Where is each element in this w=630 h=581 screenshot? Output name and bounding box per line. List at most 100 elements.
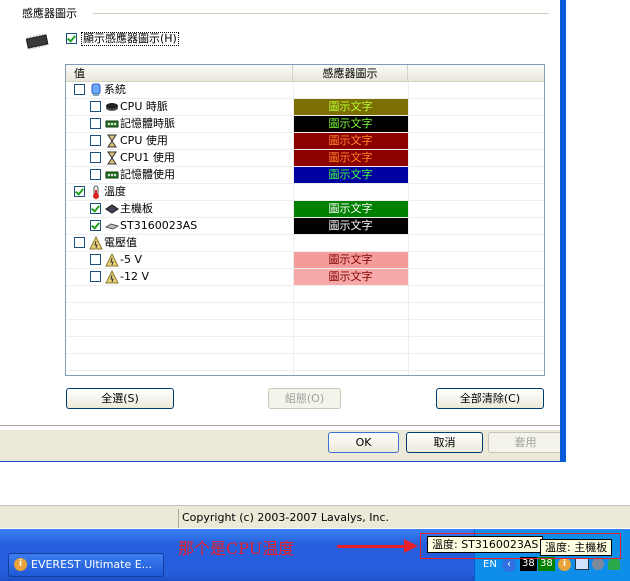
list-item[interactable]: ST3160023AS 圖示文字 <box>66 218 544 235</box>
empty-row <box>66 286 544 303</box>
sensor-checkbox[interactable] <box>90 152 101 163</box>
list-item[interactable]: CPU1 使用 圖示文字 <box>66 150 544 167</box>
ok-button[interactable]: OK <box>328 432 399 453</box>
annotation-arrow-head <box>404 539 418 553</box>
column-header-value-label: 值 <box>74 67 85 80</box>
sensor-icon-swatch[interactable]: 圖示文字 <box>293 201 408 217</box>
empty-row <box>66 354 544 371</box>
sensor-checkbox[interactable] <box>90 220 101 231</box>
sensor-label: 系統 <box>104 83 126 96</box>
voltage-icon <box>105 269 119 284</box>
sensor-label: 記憶體時脈 <box>120 117 175 130</box>
config-button[interactable]: 組態(O) <box>268 388 341 409</box>
column-header-empty <box>408 65 544 82</box>
sensor-checkbox[interactable] <box>90 135 101 146</box>
sensor-label: 記憶體使用 <box>120 168 175 181</box>
tray-hdd-temp[interactable]: 38 <box>520 557 537 571</box>
voltage-icon <box>89 235 103 250</box>
list-item[interactable]: 系統 <box>66 82 544 99</box>
language-switch-icon[interactable]: ‹ <box>502 558 516 572</box>
sensor-label: -5 V <box>120 253 142 266</box>
sensor-icon-swatch[interactable]: 圖示文字 <box>293 133 408 149</box>
thermometer-icon <box>89 185 103 199</box>
list-item[interactable]: -5 V 圖示文字 <box>66 252 544 269</box>
select-all-button[interactable]: 全選(S) <box>66 388 174 409</box>
list-item[interactable]: 電壓值 <box>66 235 544 252</box>
list-item[interactable]: 主機板 圖示文字 <box>66 201 544 218</box>
group-title: 感應器圖示 <box>22 5 81 21</box>
sensor-checkbox[interactable] <box>74 84 85 95</box>
sensor-checkbox[interactable] <box>90 101 101 112</box>
language-indicator[interactable]: EN <box>483 558 497 572</box>
empty-row <box>66 337 544 354</box>
tooltip-board-temp: 溫度: 主機板 <box>540 539 613 556</box>
harddisk-icon <box>104 219 120 233</box>
chip-icon <box>25 33 49 50</box>
sensor-icon-swatch[interactable]: 圖示文字 <box>293 167 408 183</box>
memory-icon <box>105 168 119 182</box>
sensor-checkbox[interactable] <box>90 169 101 180</box>
cpu-icon <box>105 100 119 114</box>
sensor-checkbox[interactable] <box>90 203 101 214</box>
sensor-list[interactable]: 值 感應器圖示 系統 CPU 時脈 圖示文字 記憶體時脈 圖示文字 CPU 使用 圖示文字 C… <box>65 64 545 376</box>
sensor-icon-swatch[interactable]: 圖示文字 <box>293 252 408 268</box>
tray-network-icon[interactable] <box>592 558 604 570</box>
sensor-icon-swatch[interactable]: 圖示文字 <box>293 218 408 234</box>
sensor-dialog: 感應器圖示 顯示感應器圖示(H) 值 感應器圖示 系統 CPU 時脈 圖示文字 記憶體… <box>0 0 566 462</box>
tray-monitor-icon[interactable] <box>575 558 589 570</box>
apply-button-label: 套用 <box>514 436 537 449</box>
hourglass-icon <box>105 134 119 148</box>
column-divider <box>408 82 409 375</box>
tooltip-hdd-temp: 溫度: ST3160023AS <box>427 536 544 553</box>
column-divider <box>293 82 294 375</box>
sensor-checkbox[interactable] <box>74 237 85 248</box>
clear-all-button-label: 全部清除(C) <box>459 392 521 405</box>
sensor-icon-swatch[interactable]: 圖示文字 <box>293 269 408 285</box>
clear-all-button[interactable]: 全部清除(C) <box>436 388 544 409</box>
sensor-checkbox[interactable] <box>74 186 85 197</box>
voltage-icon <box>105 252 119 267</box>
sensor-icon-swatch[interactable]: 圖示文字 <box>293 99 408 115</box>
cancel-button[interactable]: 取消 <box>406 432 483 453</box>
sensor-checkbox[interactable] <box>90 254 101 265</box>
tray-shield-icon[interactable] <box>608 558 620 570</box>
show-sensor-icon-checkbox[interactable]: 顯示感應器圖示(H) <box>66 32 216 46</box>
tray-info-icon[interactable]: i <box>558 558 571 571</box>
taskbar-button-everest[interactable]: EVEREST Ultimate E... <box>8 553 164 577</box>
sensor-label: CPU 使用 <box>120 134 168 147</box>
sensor-checkbox[interactable] <box>90 118 101 129</box>
group-divider <box>93 13 549 14</box>
list-item[interactable]: CPU 使用 圖示文字 <box>66 133 544 150</box>
ok-button-label: OK <box>355 436 372 449</box>
config-button-label: 組態(O) <box>284 392 325 405</box>
memory-icon <box>105 117 119 131</box>
tray-board-temp[interactable]: 38 <box>538 557 555 571</box>
list-item[interactable]: 記憶體使用 圖示文字 <box>66 167 544 184</box>
status-separator <box>178 509 179 528</box>
sensor-label: CPU1 使用 <box>120 151 175 164</box>
list-item[interactable]: 溫度 <box>66 184 544 201</box>
sensor-icon-swatch[interactable]: 圖示文字 <box>293 116 408 132</box>
copyright-text: Copyright (c) 2003-2007 Lavalys, Inc. <box>182 511 389 524</box>
cancel-button-label: 取消 <box>433 436 456 449</box>
annotation-text: 那个是CPU温度 <box>178 539 295 558</box>
sensor-icon-swatch[interactable]: 圖示文字 <box>293 150 408 166</box>
list-item[interactable]: CPU 時脈 圖示文字 <box>66 99 544 116</box>
dialog-frame-edge <box>560 0 566 462</box>
list-item[interactable]: -12 V 圖示文字 <box>66 269 544 286</box>
column-header-sensor-icon[interactable]: 感應器圖示 <box>293 65 408 82</box>
empty-row <box>66 303 544 320</box>
select-all-button-label: 全選(S) <box>101 392 139 405</box>
column-header-value[interactable]: 值 <box>66 65 293 82</box>
show-sensor-icon-check[interactable] <box>66 33 77 44</box>
show-sensor-icon-label: 顯示感應器圖示(H) <box>81 32 179 46</box>
apply-button[interactable]: 套用 <box>488 432 563 453</box>
sensor-label: 電壓值 <box>104 236 137 249</box>
computer-icon <box>89 83 103 97</box>
list-item[interactable]: 記憶體時脈 圖示文字 <box>66 116 544 133</box>
column-header-sensor-icon-label: 感應器圖示 <box>322 67 378 80</box>
hourglass-icon <box>105 151 119 165</box>
sensor-checkbox[interactable] <box>90 271 101 282</box>
motherboard-icon <box>105 202 119 216</box>
annotation-arrow-shaft <box>337 545 407 548</box>
